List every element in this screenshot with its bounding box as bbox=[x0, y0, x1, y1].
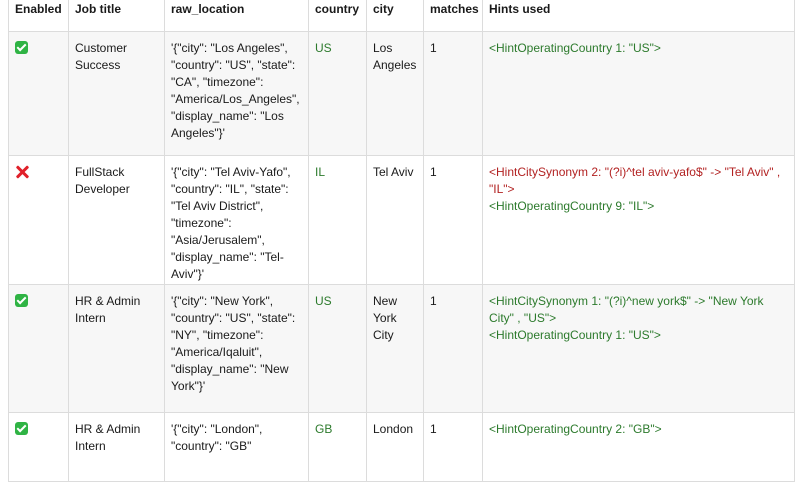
hint-text: <HintOperatingCountry 1: "US"> bbox=[489, 328, 661, 342]
cell-city: Los Angeles bbox=[366, 31, 424, 156]
cell-job-title: HR & Admin Intern bbox=[68, 284, 165, 413]
header-matches: matches bbox=[423, 0, 483, 32]
table-header-row: Enabled Job title raw_location country c… bbox=[8, 0, 795, 32]
check-icon bbox=[15, 41, 28, 54]
cell-country: IL bbox=[308, 155, 367, 285]
cell-raw-location: '{"city": "Los Angeles", "country": "US"… bbox=[164, 31, 309, 156]
cell-city: New York City bbox=[366, 284, 424, 413]
cell-matches: 1 bbox=[423, 155, 483, 285]
cell-matches: 1 bbox=[423, 31, 483, 156]
hint-text: <HintCitySynonym 1: "(?i)^new york$" -> … bbox=[489, 294, 764, 325]
cell-enabled bbox=[8, 31, 69, 156]
table-row: HR & Admin Intern '{"city": "London", "c… bbox=[8, 412, 795, 482]
cell-job-title: Customer Success bbox=[68, 31, 165, 156]
cell-country: GB bbox=[308, 412, 367, 482]
cell-raw-location: '{"city": "Tel Aviv-Yafo", "country": "I… bbox=[164, 155, 309, 285]
cell-hints-used: <HintCitySynonym 1: "(?i)^new york$" -> … bbox=[482, 284, 795, 413]
hint-text: <HintCitySynonym 2: "(?i)^tel aviv-yafo$… bbox=[489, 165, 781, 196]
cell-hints-used: <HintCitySynonym 2: "(?i)^tel aviv-yafo$… bbox=[482, 155, 795, 285]
cell-raw-location: '{"city": "London", "country": "GB" bbox=[164, 412, 309, 482]
hint-text: <HintOperatingCountry 2: "GB"> bbox=[489, 422, 662, 436]
check-icon bbox=[15, 294, 28, 307]
table-row: HR & Admin Intern '{"city": "New York", … bbox=[8, 284, 795, 413]
hint-text: <HintOperatingCountry 1: "US"> bbox=[489, 41, 661, 55]
cell-hints-used: <HintOperatingCountry 2: "GB"> bbox=[482, 412, 795, 482]
header-hints-used: Hints used bbox=[482, 0, 795, 32]
table-row: FullStack Developer '{"city": "Tel Aviv-… bbox=[8, 155, 795, 285]
cell-city: Tel Aviv bbox=[366, 155, 424, 285]
cell-country: US bbox=[308, 31, 367, 156]
cell-city: London bbox=[366, 412, 424, 482]
cell-job-title: HR & Admin Intern bbox=[68, 412, 165, 482]
hint-text: <HintOperatingCountry 9: "IL"> bbox=[489, 199, 655, 213]
cell-job-title: FullStack Developer bbox=[68, 155, 165, 285]
cell-hints-used: <HintOperatingCountry 1: "US"> bbox=[482, 31, 795, 156]
cross-icon bbox=[15, 165, 29, 179]
check-icon bbox=[15, 422, 28, 435]
cell-matches: 1 bbox=[423, 284, 483, 413]
cell-country: US bbox=[308, 284, 367, 413]
table-row: Customer Success '{"city": "Los Angeles"… bbox=[8, 31, 795, 156]
header-city: city bbox=[366, 0, 424, 32]
cell-enabled bbox=[8, 155, 69, 285]
header-country: country bbox=[308, 0, 367, 32]
header-raw-location: raw_location bbox=[164, 0, 309, 32]
header-job-title: Job title bbox=[68, 0, 165, 32]
header-enabled: Enabled bbox=[8, 0, 69, 32]
cell-raw-location: '{"city": "New York", "country": "US", "… bbox=[164, 284, 309, 413]
cell-enabled bbox=[8, 412, 69, 482]
cell-enabled bbox=[8, 284, 69, 413]
cell-matches: 1 bbox=[423, 412, 483, 482]
jobs-table: Enabled Job title raw_location country c… bbox=[8, 0, 795, 482]
